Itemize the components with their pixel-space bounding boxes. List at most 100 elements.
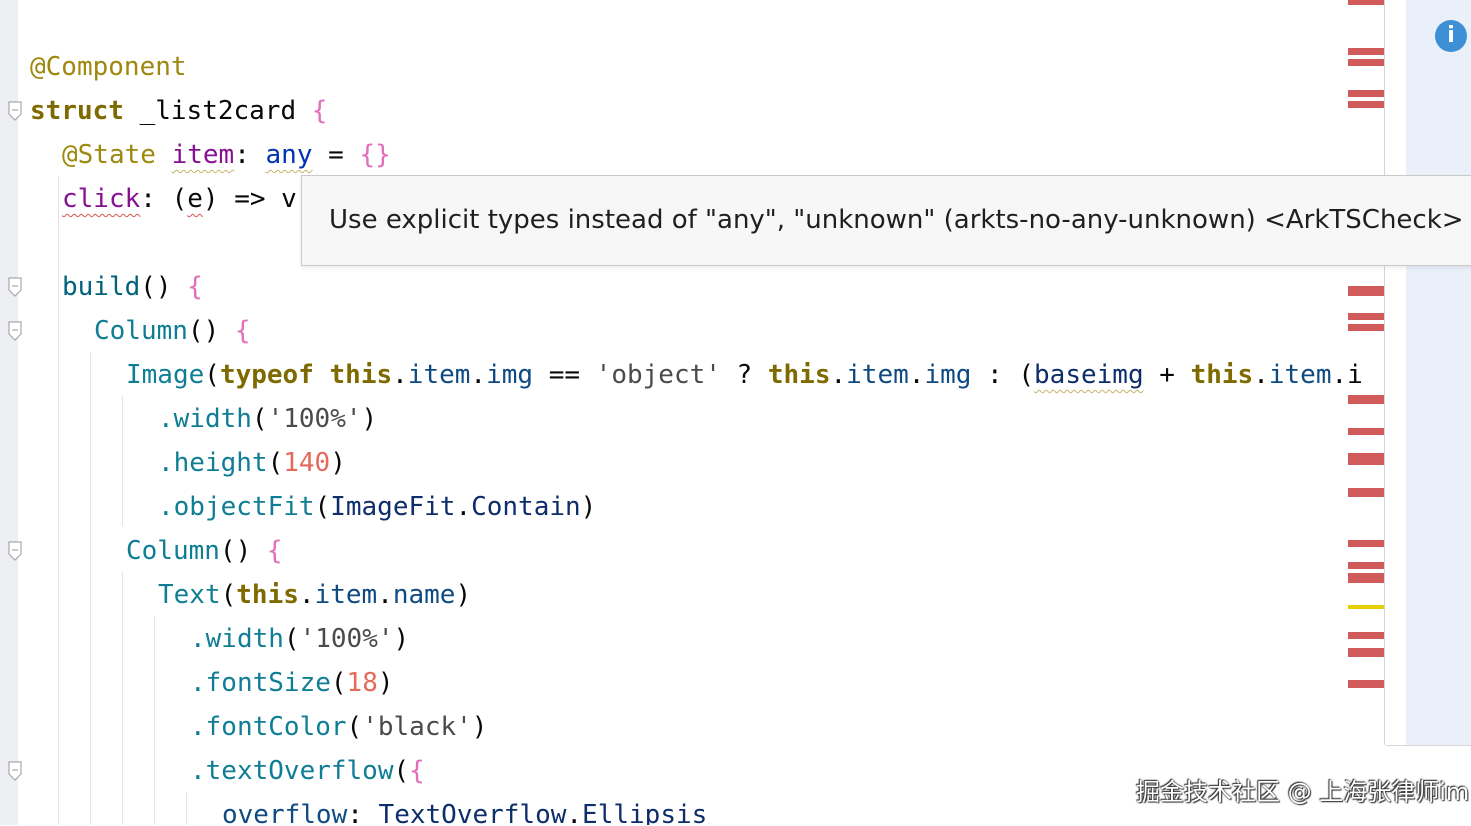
error-stripe-mark[interactable]	[1348, 286, 1384, 296]
code-line[interactable]: .width('100%')	[190, 617, 409, 661]
code-token: _list2card	[123, 96, 312, 126]
code-token: any	[265, 140, 313, 170]
code-token: Image	[126, 360, 205, 390]
error-stripe-mark[interactable]	[1348, 90, 1384, 97]
code-token: {	[187, 272, 203, 302]
code-token: ==	[533, 360, 596, 390]
code-token: )	[393, 624, 410, 654]
code-line[interactable]: build() {	[62, 265, 203, 309]
error-stripe-mark[interactable]	[1348, 313, 1384, 320]
code-token: ) => v	[202, 184, 297, 214]
info-icon[interactable]: i	[1435, 20, 1467, 52]
code-token: )	[361, 404, 378, 434]
indent-guide	[90, 352, 91, 825]
indent-guide	[58, 176, 59, 825]
error-stripe-mark[interactable]	[1348, 573, 1384, 583]
code-line[interactable]: .fontColor('black')	[190, 705, 487, 749]
code-token: @State	[62, 140, 156, 170]
code-token: (	[346, 712, 363, 742]
code-token: build	[62, 272, 141, 302]
error-stripe-mark[interactable]	[1348, 540, 1384, 547]
error-stripe-mark[interactable]	[1348, 395, 1384, 404]
code-token: ImageFit	[330, 492, 456, 522]
code-line[interactable]: .fontSize(18)	[190, 661, 394, 705]
inspection-tooltip: Use explicit types instead of "any", "un…	[301, 175, 1471, 266]
code-token: (	[283, 624, 300, 654]
code-token: Text	[158, 580, 221, 610]
code-line[interactable]: click: (e) => v	[62, 177, 297, 221]
code-line[interactable]: @Component	[30, 45, 187, 89]
code-token: baseimg	[1034, 360, 1144, 390]
indent-guide	[122, 396, 123, 526]
code-line[interactable]: Column() {	[126, 529, 283, 573]
code-token: {	[234, 316, 251, 346]
code-line[interactable]: @State item: any = {}	[62, 133, 391, 177]
code-token: Contain	[471, 492, 581, 522]
indent-guide	[186, 792, 187, 825]
code-token: (	[251, 404, 268, 434]
error-stripe-mark[interactable]	[1348, 632, 1384, 639]
code-token: struct	[30, 96, 124, 126]
code-line[interactable]: .objectFit(ImageFit.Contain)	[158, 485, 596, 529]
fold-marker-icon[interactable]	[7, 101, 23, 121]
code-token: item	[171, 140, 235, 170]
code-token: .	[830, 360, 847, 390]
error-stripe-mark[interactable]	[1348, 0, 1384, 5]
code-token: )	[471, 712, 488, 742]
code-line[interactable]: struct _list2card {	[30, 89, 327, 133]
code-token: .objectFit	[158, 492, 315, 522]
code-token: img	[924, 360, 972, 390]
code-token: 'object'	[595, 360, 721, 390]
fold-marker-icon[interactable]	[7, 321, 23, 341]
error-stripe-mark[interactable]	[1348, 680, 1384, 688]
code-token: (	[267, 448, 284, 478]
error-stripe-mark[interactable]	[1348, 562, 1384, 569]
editor-scrollbar-divider	[1384, 0, 1385, 745]
code-token: : (	[971, 360, 1035, 390]
code-token: (	[314, 492, 331, 522]
code-line[interactable]: Column() {	[94, 309, 251, 353]
code-token: =	[312, 140, 360, 170]
code-token: .i	[1331, 360, 1363, 390]
code-token: {}	[359, 140, 391, 170]
code-line[interactable]: overflow: TextOverflow.Ellipsis	[222, 793, 707, 825]
code-token: ()	[140, 272, 188, 302]
right-side-panel	[1406, 0, 1471, 745]
code-token: (	[204, 360, 220, 390]
code-token: :	[234, 140, 266, 170]
code-line[interactable]: .height(140)	[158, 441, 346, 485]
error-stripe-mark[interactable]	[1348, 453, 1384, 465]
code-token: {	[266, 536, 283, 566]
error-stripe-mark[interactable]	[1348, 648, 1384, 657]
code-token: .	[908, 360, 925, 390]
code-token: .	[455, 492, 472, 522]
code-token: .width	[190, 624, 284, 654]
code-token: click	[62, 184, 141, 214]
error-stripe-mark[interactable]	[1348, 59, 1384, 66]
code-token: (	[393, 756, 410, 786]
error-stripe-mark[interactable]	[1348, 488, 1384, 497]
code-token: this	[767, 360, 831, 390]
error-stripe-mark[interactable]	[1348, 101, 1384, 108]
fold-marker-icon[interactable]	[7, 761, 23, 781]
error-stripe-mark[interactable]	[1348, 48, 1384, 55]
fold-marker-icon[interactable]	[7, 277, 23, 297]
code-line[interactable]: .textOverflow({	[190, 749, 425, 793]
editor-gutter	[0, 0, 18, 825]
code-token: {	[409, 756, 425, 786]
code-editor[interactable]: @Component struct _list2card { @State it…	[0, 0, 1384, 825]
code-token: .fontColor	[190, 712, 347, 742]
code-line[interactable]: .width('100%')	[158, 397, 377, 441]
warning-stripe-mark[interactable]	[1348, 605, 1384, 609]
fold-marker-icon[interactable]	[7, 541, 23, 561]
code-token: ?	[720, 360, 768, 390]
code-line[interactable]: Image(typeof this.item.img == 'object' ?…	[126, 353, 1363, 397]
code-token: .height	[158, 448, 268, 478]
error-stripe-mark[interactable]	[1348, 324, 1384, 331]
code-token: .	[566, 800, 583, 825]
error-stripe-mark[interactable]	[1348, 428, 1384, 435]
code-token: this	[329, 360, 393, 390]
code-token: .	[1253, 360, 1269, 390]
code-line[interactable]: Text(this.item.name)	[158, 573, 471, 617]
